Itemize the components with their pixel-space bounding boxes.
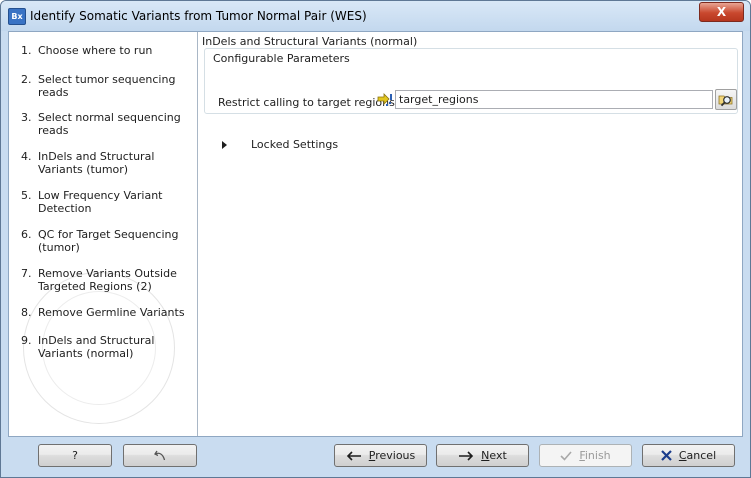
- step-number: 1.: [21, 44, 32, 57]
- checkmark-icon: [560, 450, 572, 461]
- wizard-step: 6. QC for Target Sequencing (tumor): [21, 228, 191, 254]
- reset-arrow-icon: [154, 450, 166, 461]
- wizard-steps-panel: 1. Choose where to run 2. Select tumor s…: [9, 32, 198, 436]
- arrow-right-icon: [458, 450, 474, 461]
- group-title: Configurable Parameters: [213, 52, 350, 65]
- step-content-panel: InDels and Structural Variants (normal) …: [198, 32, 742, 436]
- arrow-left-icon: [346, 450, 362, 461]
- wizard-step-current: 9. InDels and Structural Variants (norma…: [21, 334, 191, 360]
- wizard-step: 3. Select normal sequencing reads: [21, 111, 191, 137]
- step-label: Select normal sequencing reads: [38, 111, 181, 137]
- button-bar: ? Previous Next Finish Cancel: [8, 438, 743, 475]
- step-number: 8.: [21, 306, 32, 319]
- locked-settings-toggle[interactable]: Locked Settings: [222, 138, 338, 151]
- browse-button[interactable]: [715, 89, 737, 110]
- step-label: Select tumor sequencing reads: [38, 73, 176, 99]
- close-button[interactable]: X: [699, 2, 744, 22]
- wizard-step: 4. InDels and Structural Variants (tumor…: [21, 150, 191, 176]
- step-number: 4.: [21, 150, 32, 163]
- workflow-input-arrow-icon: [377, 93, 392, 106]
- title-bar[interactable]: Bx Identify Somatic Variants from Tumor …: [1, 1, 750, 31]
- step-label: InDels and Structural Variants (tumor): [38, 150, 155, 176]
- next-label: Next: [481, 449, 507, 462]
- previous-button[interactable]: Previous: [334, 444, 427, 467]
- cancel-label: Cancel: [678, 449, 717, 462]
- folder-search-icon: [718, 95, 733, 107]
- step-number: 9.: [21, 334, 32, 347]
- cancel-x-icon: [661, 450, 672, 461]
- help-button[interactable]: ?: [38, 444, 112, 467]
- step-label: QC for Target Sequencing (tumor): [38, 228, 179, 254]
- step-number: 2.: [21, 73, 32, 86]
- wizard-step: 1. Choose where to run: [21, 44, 191, 57]
- step-number: 3.: [21, 111, 32, 124]
- previous-label: Previous: [368, 449, 416, 462]
- section-title: InDels and Structural Variants (normal): [202, 35, 418, 48]
- step-label: InDels and Structural Variants (normal): [38, 334, 155, 360]
- target-regions-input[interactable]: [395, 90, 713, 109]
- window-title: Identify Somatic Variants from Tumor Nor…: [30, 9, 367, 23]
- wizard-step: 7. Remove Variants Outside Targeted Regi…: [21, 267, 191, 293]
- cancel-button[interactable]: Cancel: [642, 444, 735, 467]
- dialog-body: 1. Choose where to run 2. Select tumor s…: [8, 31, 743, 437]
- step-label: Choose where to run: [38, 44, 153, 57]
- locked-settings-label: Locked Settings: [251, 138, 339, 151]
- finish-button[interactable]: Finish: [539, 444, 632, 467]
- wizard-step: 5. Low Frequency Variant Detection: [21, 189, 191, 215]
- finish-label: Finish: [579, 449, 611, 462]
- dialog-window: Bx Identify Somatic Variants from Tumor …: [0, 0, 751, 478]
- step-number: 7.: [21, 267, 32, 280]
- reset-button[interactable]: [123, 444, 197, 467]
- app-icon: Bx: [8, 8, 26, 25]
- expand-arrow-icon: [222, 140, 227, 149]
- wizard-step: 8. Remove Germline Variants: [21, 306, 191, 319]
- next-button[interactable]: Next: [436, 444, 529, 467]
- help-label: ?: [72, 449, 78, 462]
- step-label: Low Frequency Variant Detection: [38, 189, 163, 215]
- wizard-step: 2. Select tumor sequencing reads: [21, 73, 191, 99]
- step-number: 6.: [21, 228, 32, 241]
- step-label: Remove Variants Outside Targeted Regions…: [38, 267, 177, 293]
- target-regions-label: Restrict calling to target regions: [218, 96, 395, 109]
- step-number: 5.: [21, 189, 32, 202]
- step-label: Remove Germline Variants: [38, 306, 185, 319]
